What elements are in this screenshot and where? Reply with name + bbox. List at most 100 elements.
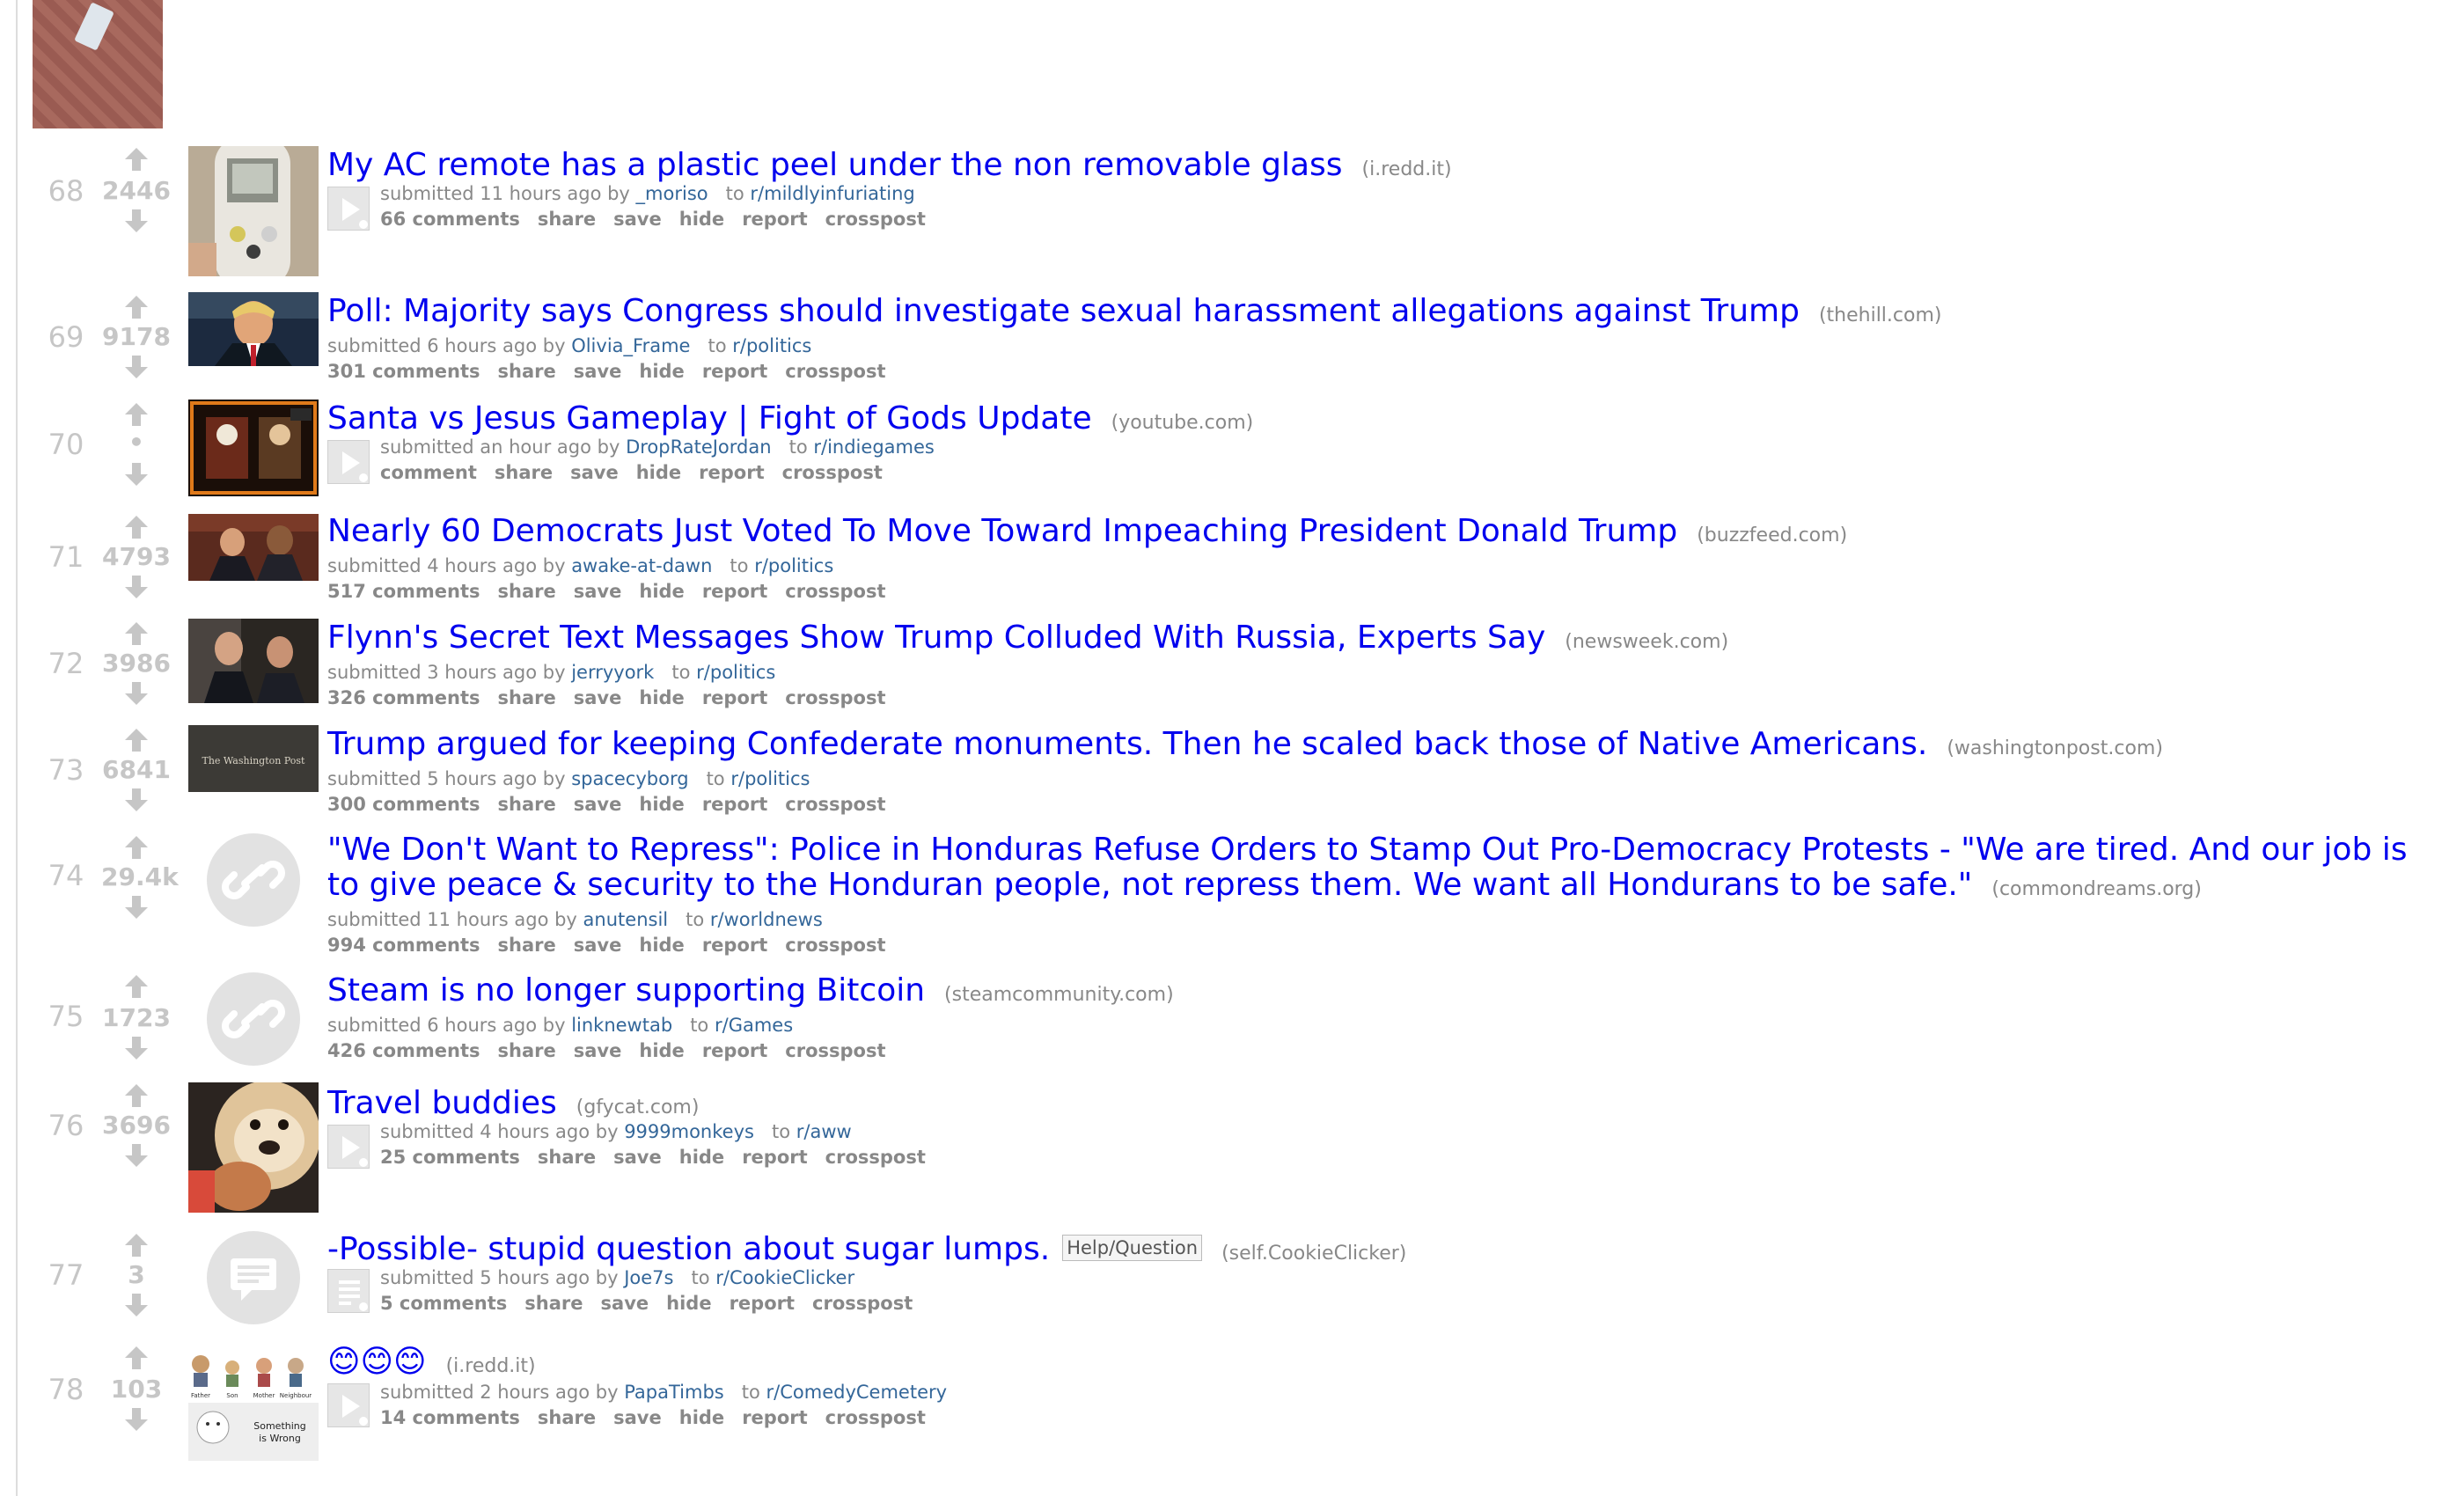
crosspost-button[interactable]: crosspost bbox=[785, 581, 885, 602]
post-domain[interactable]: (gfycat.com) bbox=[576, 1096, 700, 1118]
save-button[interactable]: save bbox=[574, 1040, 622, 1061]
share-button[interactable]: share bbox=[524, 1293, 583, 1314]
author-link[interactable]: DropRateJordan bbox=[626, 436, 772, 458]
subreddit-link[interactable]: r/politics bbox=[732, 335, 811, 356]
save-button[interactable]: save bbox=[574, 581, 622, 602]
hide-button[interactable]: hide bbox=[639, 581, 684, 602]
downvote-arrow-icon[interactable] bbox=[123, 1035, 150, 1061]
post-domain[interactable]: (newsweek.com) bbox=[1565, 631, 1728, 653]
upvote-arrow-icon[interactable] bbox=[123, 834, 150, 861]
post-thumbnail[interactable] bbox=[188, 619, 319, 703]
author-link[interactable]: PapaTimbs bbox=[624, 1382, 724, 1403]
downvote-arrow-icon[interactable] bbox=[123, 787, 150, 813]
hide-button[interactable]: hide bbox=[639, 361, 684, 382]
author-link[interactable]: _moriso bbox=[636, 183, 708, 204]
post-title-link[interactable]: Steam is no longer supporting Bitcoin bbox=[327, 972, 925, 1008]
upvote-arrow-icon[interactable] bbox=[123, 620, 150, 647]
upvote-arrow-icon[interactable] bbox=[123, 1345, 150, 1371]
post-domain[interactable]: (i.redd.it) bbox=[446, 1355, 536, 1377]
upvote-arrow-icon[interactable] bbox=[123, 973, 150, 1000]
video-expando-button[interactable] bbox=[327, 1383, 370, 1427]
share-button[interactable]: share bbox=[498, 1040, 556, 1061]
comments-link[interactable]: 300 comments bbox=[327, 794, 480, 815]
downvote-arrow-icon[interactable] bbox=[123, 354, 150, 380]
hide-button[interactable]: hide bbox=[636, 462, 681, 483]
hide-button[interactable]: hide bbox=[679, 1147, 724, 1168]
post-domain[interactable]: (thehill.com) bbox=[1819, 304, 1942, 326]
post-title-link[interactable]: Travel buddies bbox=[327, 1085, 557, 1121]
post-thumbnail[interactable] bbox=[188, 146, 319, 276]
author-link[interactable]: Olivia_Frame bbox=[571, 335, 690, 356]
crosspost-button[interactable]: crosspost bbox=[782, 462, 883, 483]
self-post-icon[interactable] bbox=[188, 1230, 319, 1325]
crosspost-button[interactable]: crosspost bbox=[785, 687, 885, 708]
subreddit-link[interactable]: r/Games bbox=[715, 1015, 793, 1036]
post-title-link[interactable]: Flynn's Secret Text Messages Show Trump … bbox=[327, 620, 1545, 656]
report-button[interactable]: report bbox=[702, 581, 767, 602]
hide-button[interactable]: hide bbox=[679, 1407, 724, 1428]
save-button[interactable]: save bbox=[613, 209, 662, 230]
post-title-link[interactable]: Nearly 60 Democrats Just Voted To Move T… bbox=[327, 513, 1677, 549]
save-button[interactable]: save bbox=[613, 1147, 662, 1168]
author-link[interactable]: awake-at-dawn bbox=[571, 555, 712, 576]
video-expando-button[interactable] bbox=[327, 440, 370, 484]
post-title-link[interactable]: Santa vs Jesus Gameplay | Fight of Gods … bbox=[327, 400, 1092, 436]
author-link[interactable]: Joe7s bbox=[624, 1267, 673, 1288]
comments-link[interactable]: comment bbox=[380, 462, 477, 483]
share-button[interactable]: share bbox=[498, 581, 556, 602]
post-domain[interactable]: (steamcommunity.com) bbox=[944, 984, 1174, 1006]
post-domain[interactable]: (i.redd.it) bbox=[1362, 158, 1452, 180]
subreddit-link[interactable]: r/worldnews bbox=[710, 909, 823, 930]
hide-button[interactable]: hide bbox=[639, 1040, 684, 1061]
downvote-arrow-icon[interactable] bbox=[123, 1292, 150, 1318]
share-button[interactable]: share bbox=[498, 361, 556, 382]
upvote-arrow-icon[interactable] bbox=[123, 1232, 150, 1258]
share-button[interactable]: share bbox=[538, 209, 596, 230]
hide-button[interactable]: hide bbox=[639, 935, 684, 956]
hide-button[interactable]: hide bbox=[639, 794, 684, 815]
post-title-link[interactable]: 😊😊😊 bbox=[327, 1344, 427, 1380]
report-button[interactable]: report bbox=[702, 361, 767, 382]
comments-link[interactable]: 994 comments bbox=[327, 935, 480, 956]
report-button[interactable]: report bbox=[742, 1407, 807, 1428]
subreddit-link[interactable]: r/aww bbox=[796, 1121, 852, 1142]
post-domain[interactable]: (commondreams.org) bbox=[1991, 878, 2202, 900]
share-button[interactable]: share bbox=[538, 1407, 596, 1428]
post-domain[interactable]: (buzzfeed.com) bbox=[1697, 524, 1847, 546]
comments-link[interactable]: 426 comments bbox=[327, 1040, 480, 1061]
comments-link[interactable]: 66 comments bbox=[380, 209, 520, 230]
link-icon[interactable] bbox=[188, 972, 319, 1067]
share-button[interactable]: share bbox=[498, 935, 556, 956]
link-icon[interactable] bbox=[188, 832, 319, 928]
post-thumbnail[interactable]: The Washington Post bbox=[188, 725, 319, 792]
hide-button[interactable]: hide bbox=[639, 687, 684, 708]
downvote-arrow-icon[interactable] bbox=[123, 208, 150, 234]
subreddit-link[interactable]: r/mildlyinfuriating bbox=[750, 183, 914, 204]
report-button[interactable]: report bbox=[742, 209, 807, 230]
save-button[interactable]: save bbox=[613, 1407, 662, 1428]
author-link[interactable]: 9999monkeys bbox=[624, 1121, 754, 1142]
upvote-arrow-icon[interactable] bbox=[123, 1082, 150, 1109]
subreddit-link[interactable]: r/ComedyCemetery bbox=[766, 1382, 948, 1403]
save-button[interactable]: save bbox=[574, 361, 622, 382]
report-button[interactable]: report bbox=[702, 687, 767, 708]
post-thumbnail[interactable] bbox=[188, 1082, 319, 1213]
upvote-arrow-icon[interactable] bbox=[123, 514, 150, 540]
hide-button[interactable]: hide bbox=[666, 1293, 711, 1314]
crosspost-button[interactable]: crosspost bbox=[785, 794, 885, 815]
report-button[interactable]: report bbox=[699, 462, 764, 483]
downvote-arrow-icon[interactable] bbox=[123, 1142, 150, 1169]
author-link[interactable]: linknewtab bbox=[571, 1015, 672, 1036]
crosspost-button[interactable]: crosspost bbox=[785, 361, 885, 382]
author-link[interactable]: anutensil bbox=[583, 909, 669, 930]
hide-button[interactable]: hide bbox=[679, 209, 724, 230]
crosspost-button[interactable]: crosspost bbox=[812, 1293, 913, 1314]
post-thumbnail[interactable] bbox=[188, 400, 319, 496]
report-button[interactable]: report bbox=[702, 794, 767, 815]
post-title-link[interactable]: Poll: Majority says Congress should inve… bbox=[327, 293, 1800, 329]
comments-link[interactable]: 5 comments bbox=[380, 1293, 507, 1314]
share-button[interactable]: share bbox=[498, 687, 556, 708]
post-title-link[interactable]: Trump argued for keeping Confederate mon… bbox=[327, 726, 1927, 762]
subreddit-link[interactable]: r/CookieClicker bbox=[715, 1267, 854, 1288]
downvote-arrow-icon[interactable] bbox=[123, 574, 150, 600]
